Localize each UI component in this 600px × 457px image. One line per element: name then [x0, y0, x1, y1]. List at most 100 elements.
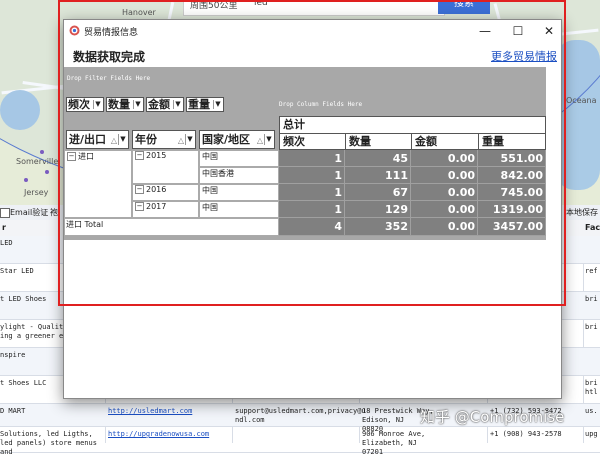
field-label: 重量	[188, 98, 210, 111]
total-cell[interactable]: 0.00	[411, 218, 478, 236]
row-header-country: 中国	[199, 201, 279, 218]
value-cell[interactable]: 842.00	[478, 167, 546, 184]
field-label: 数量	[108, 98, 130, 111]
field-label: 频次	[68, 98, 90, 111]
value-cell[interactable]: 0.00	[411, 150, 478, 167]
dropdown-arrow-icon[interactable]: ▼	[118, 134, 127, 145]
map-marker[interactable]	[24, 178, 28, 182]
company-name: D MART	[0, 407, 26, 415]
value-cell[interactable]: 129	[345, 201, 411, 218]
extra-cell: bri	[585, 323, 598, 331]
data-field-quantity[interactable]: 数量 ▼	[106, 97, 144, 112]
value-header[interactable]: 频次	[279, 133, 346, 150]
website-link[interactable]: http://upgradenowusa.com	[108, 430, 209, 438]
data-field-count[interactable]: 频次 ▼	[66, 97, 104, 112]
value-cell[interactable]: 1	[279, 184, 345, 201]
toolbar-text: 袍	[50, 208, 58, 217]
value-cell[interactable]: 67	[345, 184, 411, 201]
value-cell[interactable]: 111	[345, 167, 411, 184]
map-marker[interactable]	[45, 170, 49, 174]
value-cell[interactable]: 45	[345, 150, 411, 167]
sort-icon[interactable]: △	[111, 132, 117, 149]
map-label: Hanover	[122, 8, 156, 17]
dropdown-arrow-icon[interactable]: ▼	[213, 100, 222, 109]
search-button[interactable]: 搜索	[438, 0, 490, 14]
close-button[interactable]: ✕	[541, 23, 557, 39]
grand-total-header: 总计	[279, 116, 546, 134]
value-cell[interactable]: 0.00	[411, 184, 478, 201]
map-label: Somerville	[16, 157, 59, 166]
row-header-country: 中国	[199, 150, 279, 167]
email-verify-label: Email验证	[10, 208, 49, 217]
data-field-weight[interactable]: 重量 ▼	[186, 97, 224, 112]
row-header-year[interactable]: −2016	[132, 184, 199, 201]
value-cell[interactable]: 1	[279, 167, 345, 184]
more-trade-info-link[interactable]: 更多贸易情报	[491, 48, 557, 64]
field-label: 金额	[148, 98, 170, 111]
row-header-year[interactable]: −2017	[132, 201, 199, 218]
map-marker[interactable]	[40, 150, 44, 154]
column-drop-hint: Drop Column Fields Here	[279, 101, 363, 108]
field-label: 国家/地区	[202, 133, 251, 146]
dropdown-arrow-icon[interactable]: ▼	[173, 100, 182, 109]
row-total-label: 进口 Total	[64, 218, 279, 236]
email-verify-checkbox[interactable]	[0, 208, 10, 218]
dropdown-arrow-icon[interactable]: ▼	[93, 100, 102, 109]
value-cell[interactable]: 745.00	[478, 184, 546, 201]
map-search-bar: 周围50公里 led	[183, 0, 445, 16]
field-label: 进/出口	[69, 133, 107, 146]
value-cell[interactable]: 551.00	[478, 150, 546, 167]
dropdown-arrow-icon[interactable]: ▼	[185, 134, 194, 145]
collapse-icon[interactable]: −	[135, 202, 144, 211]
row-field-year[interactable]: 年份 △ ▼	[132, 130, 196, 149]
row-header-country: 中国	[199, 184, 279, 201]
row-field-direction[interactable]: 进/出口 △ ▼	[66, 130, 129, 149]
map-label: Jersey	[24, 188, 49, 197]
dropdown-arrow-icon[interactable]: ▼	[133, 100, 142, 109]
local-save-button[interactable]: 本地保存	[566, 207, 598, 218]
map-label: Oceana	[566, 96, 597, 105]
search-input[interactable]: led	[254, 0, 268, 8]
trade-info-dialog: 贸易情报信息 — ☐ ✕ 数据获取完成 更多贸易情报 Drop Filter F…	[63, 19, 562, 399]
value-cell[interactable]: 1	[279, 150, 345, 167]
value-cell[interactable]: 1	[279, 201, 345, 218]
website-link[interactable]: http://usledmart.com	[108, 407, 192, 415]
row-label: 2015	[146, 151, 167, 160]
row-label: 2017	[146, 202, 167, 211]
sort-icon[interactable]: △	[178, 132, 184, 149]
collapse-icon[interactable]: −	[135, 151, 144, 160]
total-cell[interactable]: 4	[279, 218, 345, 236]
extra-cell: upg	[585, 430, 598, 438]
app-icon	[69, 25, 80, 36]
filter-drop-zone[interactable]: Drop Filter Fields Here	[64, 67, 546, 89]
value-cell[interactable]: 0.00	[411, 201, 478, 218]
column-header[interactable]: r	[2, 223, 6, 232]
email-cell: support@usledmart.com,privacy@u ndl.com	[235, 407, 366, 424]
sort-icon[interactable]: △	[257, 132, 263, 149]
table-row[interactable]: Solutions, led Ligths, led panels) store…	[0, 427, 600, 456]
value-cell[interactable]: 0.00	[411, 167, 478, 184]
dialog-titlebar[interactable]: 贸易情报信息 — ☐ ✕	[64, 20, 561, 42]
phone-cell: +1 (908) 943-2578	[490, 430, 562, 438]
radius-select[interactable]: 周围50公里	[190, 0, 237, 11]
collapse-icon[interactable]: −	[67, 152, 76, 161]
minimize-button[interactable]: —	[477, 23, 493, 39]
row-header-country: 中国香港	[199, 167, 279, 184]
field-label: 年份	[135, 133, 157, 146]
value-header[interactable]: 重量	[478, 133, 546, 150]
collapse-icon[interactable]: −	[135, 185, 144, 194]
data-field-amount[interactable]: 金额 ▼	[146, 97, 184, 112]
address-cell: 906 Monroe Ave, Elizabeth, NJ 07201	[362, 430, 426, 456]
total-cell[interactable]: 3457.00	[478, 218, 546, 236]
dropdown-arrow-icon[interactable]: ▼	[264, 134, 273, 145]
row-header-direction[interactable]: − 进口	[64, 150, 132, 218]
value-header[interactable]: 数量	[345, 133, 412, 150]
maximize-button[interactable]: ☐	[510, 23, 526, 39]
row-header-year[interactable]: −2015	[132, 150, 199, 184]
value-header[interactable]: 金额	[411, 133, 479, 150]
total-cell[interactable]: 352	[345, 218, 411, 236]
extra-cell: ref	[585, 267, 598, 275]
value-cell[interactable]: 1319.00	[478, 201, 546, 218]
column-header[interactable]: Fac	[585, 223, 600, 232]
row-field-country[interactable]: 国家/地区 △ ▼	[199, 130, 275, 149]
